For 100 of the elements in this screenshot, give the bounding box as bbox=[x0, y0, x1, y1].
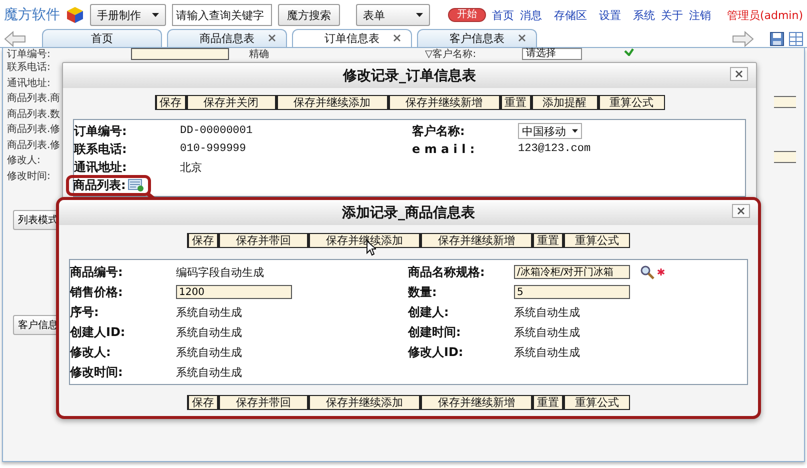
form-button[interactable]: 保存 bbox=[187, 395, 218, 410]
close-button[interactable] bbox=[730, 67, 748, 81]
input-field[interactable]: 1200 bbox=[176, 285, 292, 299]
input-field[interactable] bbox=[131, 48, 229, 60]
close-icon bbox=[737, 207, 745, 215]
background-label: 通讯地址: bbox=[7, 78, 52, 89]
form-button[interactable]: 保存 bbox=[187, 233, 218, 248]
field-label: 商品名称规格: bbox=[408, 264, 485, 280]
nav-link[interactable]: 注销 bbox=[688, 8, 711, 22]
close-button[interactable] bbox=[732, 204, 750, 218]
form-button[interactable]: 保存并继续新增 bbox=[388, 95, 500, 110]
form-button[interactable]: 保存并继续添加 bbox=[276, 95, 388, 110]
field-label: 销售价格: bbox=[70, 284, 123, 300]
field-value: 北京 bbox=[180, 160, 202, 174]
form-dropdown[interactable]: 表单 bbox=[356, 4, 430, 26]
form-button[interactable]: 重算公式 bbox=[563, 395, 630, 410]
field-label: 商品列表: bbox=[73, 176, 126, 194]
field-label: 修改时间: bbox=[70, 364, 123, 380]
add-list-icon[interactable] bbox=[128, 178, 144, 192]
caret-icon bbox=[152, 13, 159, 17]
forward-arrow-icon[interactable] bbox=[732, 30, 754, 46]
tab[interactable]: 客户信息表 bbox=[417, 29, 537, 47]
grid-icon[interactable] bbox=[789, 32, 803, 46]
customer-select[interactable]: 中国移动 bbox=[518, 123, 582, 139]
field-label: e m a i l : bbox=[412, 142, 475, 156]
form-button[interactable]: 保存 bbox=[154, 95, 186, 110]
form-button[interactable]: 重置 bbox=[532, 395, 563, 410]
form-button[interactable]: 添加提醒 bbox=[530, 95, 598, 110]
background-label: 商品列表.修 bbox=[7, 124, 62, 136]
field-value: 系统自动生成 bbox=[176, 344, 242, 360]
field-value: 系统自动生成 bbox=[514, 344, 580, 360]
field-value: 系统自动生成 bbox=[514, 324, 580, 340]
nav-link[interactable]: 首页 bbox=[492, 8, 514, 22]
input-field[interactable]: /冰箱冷柜/对开门冰箱 bbox=[514, 265, 630, 279]
field-label: 商品编号: bbox=[70, 264, 123, 280]
tab[interactable]: 首页 bbox=[42, 29, 162, 47]
field-value: 系统自动生成 bbox=[176, 304, 242, 320]
nav-link[interactable]: 存储区 bbox=[554, 8, 587, 22]
field-value: 123@123.com bbox=[518, 143, 591, 155]
background-label: 联系电话: bbox=[7, 62, 52, 74]
close-icon[interactable] bbox=[268, 34, 276, 42]
input-field[interactable] bbox=[774, 96, 796, 108]
form-button[interactable]: 重算公式 bbox=[598, 95, 664, 110]
nav-link[interactable]: 消息 bbox=[520, 8, 542, 22]
background-label: 商品列表.数 bbox=[7, 108, 62, 120]
search-field[interactable]: 请输入查询关键字 bbox=[172, 4, 272, 26]
check-icon bbox=[624, 48, 634, 56]
field-value: DD-00000001 bbox=[180, 125, 253, 137]
form-button[interactable]: 保存并带回 bbox=[218, 233, 308, 248]
form-button[interactable]: 保存并继续新增 bbox=[420, 395, 532, 410]
save-icon[interactable] bbox=[770, 32, 784, 46]
dialog-title: 修改记录_订单信息表 bbox=[343, 66, 476, 84]
search-button[interactable]: 魔方搜索 bbox=[278, 4, 340, 26]
user-link[interactable]: 管理员(admin) bbox=[726, 8, 803, 22]
customer-select[interactable]: 请选择 bbox=[522, 48, 582, 60]
field-label: 创建人: bbox=[408, 304, 449, 320]
form-button[interactable]: 重算公式 bbox=[563, 233, 630, 248]
cube-icon bbox=[66, 6, 84, 24]
caret-icon bbox=[572, 129, 578, 133]
input-field[interactable]: 5 bbox=[514, 285, 630, 299]
magnifier-icon[interactable] bbox=[640, 264, 655, 280]
form-button[interactable]: 保存并带回 bbox=[218, 395, 308, 410]
field-value: 010-999999 bbox=[180, 143, 246, 155]
caret-icon bbox=[416, 13, 423, 17]
field-label: 创建人ID: bbox=[70, 324, 126, 340]
background-label: 商品列表.商 bbox=[7, 93, 62, 104]
form-button[interactable]: 重置 bbox=[500, 95, 530, 110]
field-value: 系统自动生成 bbox=[176, 324, 242, 340]
customer-label: ▽客户名称: bbox=[425, 48, 476, 60]
field-value: 系统自动生成 bbox=[514, 304, 580, 320]
field-label: 修改人ID: bbox=[408, 344, 464, 360]
background-label: 订单编号: bbox=[7, 48, 52, 60]
tab[interactable]: 订单信息表 bbox=[292, 29, 412, 47]
nav-link[interactable]: 设置 bbox=[598, 8, 621, 22]
close-icon[interactable] bbox=[518, 34, 526, 42]
tab[interactable]: 商品信息表 bbox=[167, 29, 287, 47]
input-field[interactable] bbox=[774, 151, 796, 163]
close-icon[interactable] bbox=[393, 34, 401, 42]
form-button[interactable]: 保存并继续新增 bbox=[420, 233, 532, 248]
field-label: 序号: bbox=[70, 304, 99, 320]
required-icon bbox=[657, 268, 665, 276]
field-label: 联系电话: bbox=[74, 140, 127, 158]
app-logo: 魔方软件 bbox=[4, 6, 60, 24]
close-icon bbox=[735, 70, 743, 78]
field-label: 数量: bbox=[408, 284, 437, 300]
background-label: 修改人: bbox=[7, 155, 42, 166]
field-label: 修改人: bbox=[70, 344, 111, 360]
match-label: 精确 bbox=[249, 48, 269, 60]
form-button[interactable]: 重置 bbox=[532, 233, 563, 248]
form-button[interactable]: 保存并关闭 bbox=[186, 95, 276, 110]
manual-dropdown[interactable]: 手册制作 bbox=[90, 4, 166, 26]
nav-link[interactable]: 系统 bbox=[632, 8, 655, 22]
background-label: 修改时间: bbox=[7, 170, 52, 182]
field-label: 订单编号: bbox=[74, 122, 127, 140]
nav-link[interactable]: 关于 bbox=[660, 8, 683, 22]
form-button[interactable]: 保存并继续添加 bbox=[308, 395, 420, 410]
back-arrow-icon[interactable] bbox=[4, 30, 26, 46]
field-value: 编码字段自动生成 bbox=[176, 264, 264, 280]
start-button[interactable]: 开始 bbox=[448, 8, 486, 22]
field-label: 客户名称: bbox=[412, 122, 465, 140]
